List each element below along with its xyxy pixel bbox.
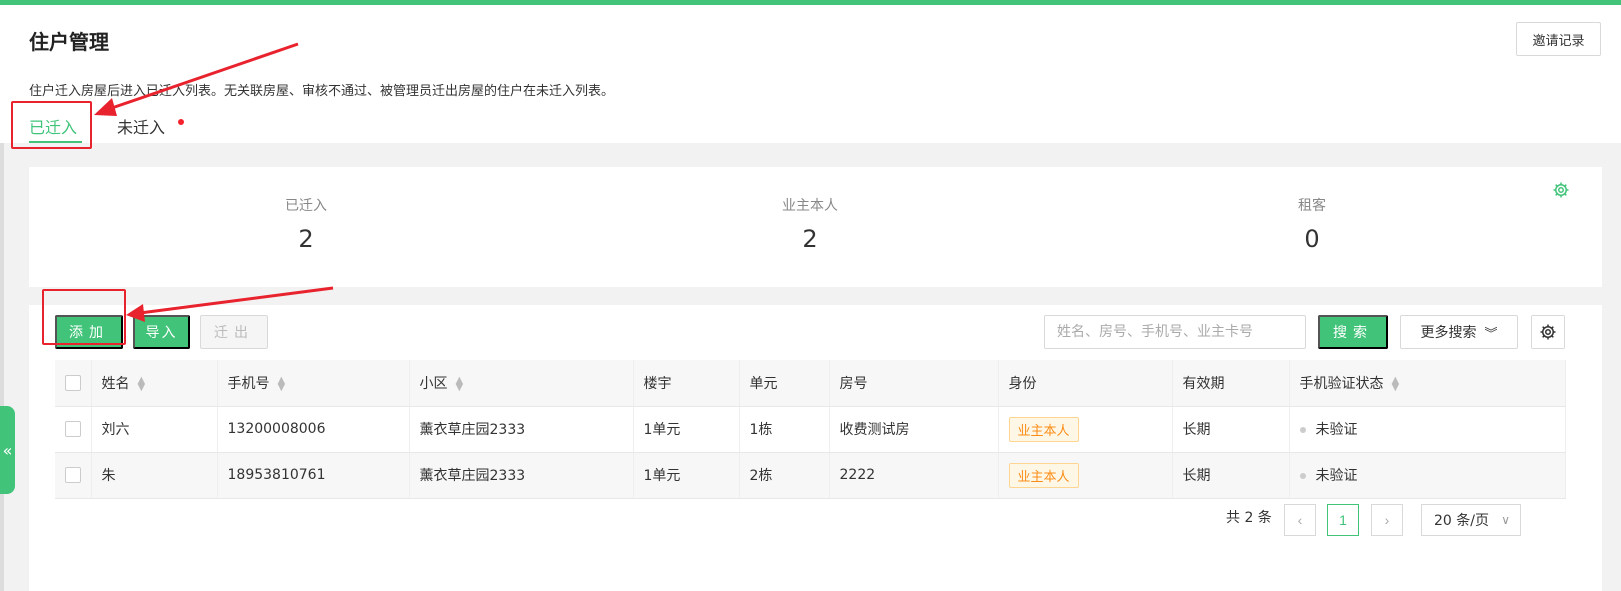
annotation-arrow-head: [126, 304, 145, 322]
annotation-arrows: [94, 42, 334, 322]
annotation-arrow-line: [139, 286, 334, 315]
annotation-arrow-line: [105, 42, 299, 112]
annotation-arrow-head: [94, 98, 117, 116]
